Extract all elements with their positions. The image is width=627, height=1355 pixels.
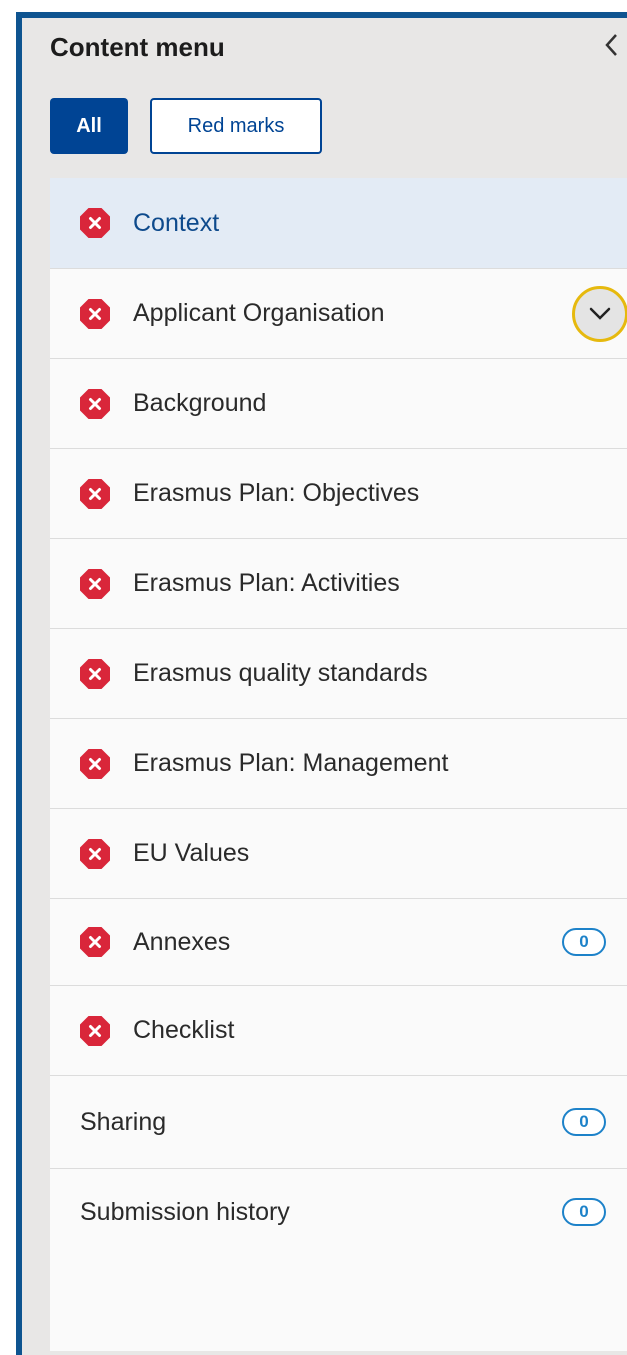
error-icon xyxy=(80,568,110,599)
count-badge: 0 xyxy=(562,1108,606,1136)
error-icon xyxy=(80,478,110,509)
menu-item-label: Annexes xyxy=(133,927,231,956)
menu-item-applicant-organisation[interactable]: Applicant Organisation xyxy=(50,269,627,359)
menu-item-submission-history[interactable]: Submission history 0 xyxy=(50,1169,627,1255)
filter-all-button[interactable]: All xyxy=(50,98,128,154)
content-menu-panel: Content menu All Red marks Context Appli… xyxy=(16,12,627,1355)
menu-item-context[interactable]: Context xyxy=(50,178,627,269)
menu-item-sharing[interactable]: Sharing 0 xyxy=(50,1076,627,1169)
menu-item-eu-values[interactable]: EU Values xyxy=(50,809,627,899)
error-icon xyxy=(80,208,110,238)
menu-item-annexes[interactable]: Annexes 0 xyxy=(50,899,627,986)
menu-item-label: EU Values xyxy=(133,839,250,867)
menu-item-erasmus-plan-management[interactable]: Erasmus Plan: Management xyxy=(50,719,627,809)
menu-title: Content menu xyxy=(50,32,225,62)
error-icon xyxy=(80,658,110,689)
error-icon xyxy=(80,1015,110,1046)
menu-item-erasmus-quality-standards[interactable]: Erasmus quality standards xyxy=(50,629,627,719)
menu-item-label: Background xyxy=(133,389,267,417)
error-icon xyxy=(80,748,110,779)
menu-item-checklist[interactable]: Checklist xyxy=(50,986,627,1076)
menu-item-label: Erasmus quality standards xyxy=(133,659,428,687)
menu-item-label: Erasmus Plan: Management xyxy=(133,749,449,777)
menu-item-label: Erasmus Plan: Objectives xyxy=(133,479,420,507)
count-badge: 0 xyxy=(562,928,606,956)
chevron-left-icon[interactable] xyxy=(601,30,621,60)
menu-item-erasmus-plan-activities[interactable]: Erasmus Plan: Activities xyxy=(50,539,627,629)
error-icon xyxy=(80,838,110,869)
error-icon xyxy=(80,927,110,957)
menu-item-background[interactable]: Background xyxy=(50,359,627,449)
menu-item-erasmus-plan-objectives[interactable]: Erasmus Plan: Objectives xyxy=(50,449,627,539)
menu-item-label: Erasmus Plan: Activities xyxy=(133,569,400,597)
error-icon xyxy=(80,298,110,329)
error-icon xyxy=(80,388,110,419)
menu-item-label: Checklist xyxy=(133,1016,235,1044)
filter-red-marks-button[interactable]: Red marks xyxy=(150,98,322,154)
content-menu-list: Context Applicant Organisation Backgroun… xyxy=(50,178,627,1351)
chevron-down-icon xyxy=(589,307,611,320)
count-badge: 0 xyxy=(562,1198,606,1226)
menu-item-label: Applicant Organisation xyxy=(133,299,385,327)
top-strip xyxy=(0,0,627,12)
menu-item-label: Context xyxy=(133,208,220,237)
menu-item-label: Submission history xyxy=(80,1197,290,1226)
expand-button[interactable] xyxy=(572,285,627,342)
menu-item-label: Sharing xyxy=(80,1107,167,1136)
